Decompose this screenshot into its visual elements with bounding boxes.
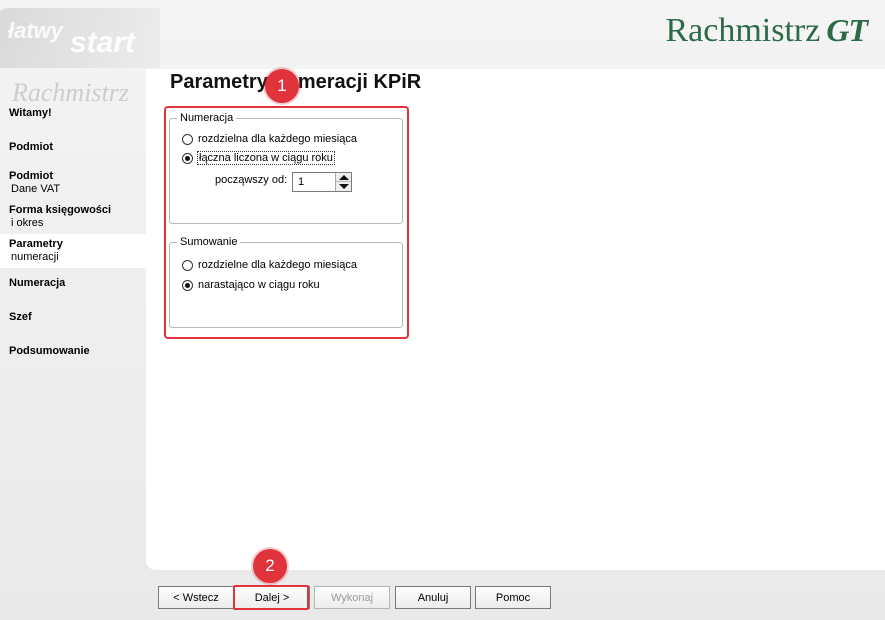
- sidebar-step-title: Podmiot: [9, 141, 53, 153]
- numbering-group-legend: Numeracja: [177, 112, 237, 124]
- summation-cumulative-label: narastająco w ciągu roku: [198, 279, 320, 291]
- watermark-logo: łatwy start Rachmistrz: [0, 0, 160, 110]
- back-button[interactable]: < Wstecz: [158, 586, 234, 609]
- cancel-button[interactable]: Anuluj: [395, 586, 471, 609]
- summation-monthly-radio[interactable]: [182, 259, 193, 271]
- sidebar-step-welcome[interactable]: Witamy!: [0, 98, 146, 132]
- summation-group-legend: Sumowanie: [177, 236, 241, 248]
- sidebar-step-title: Podsumowanie: [9, 345, 90, 357]
- numbering-option-monthly[interactable]: rozdzielna dla każdego miesiąca: [182, 133, 357, 145]
- summation-group: Sumowanie rozdzielne dla każdego miesiąc…: [169, 236, 403, 328]
- start-from-label: począwszy od:: [215, 174, 288, 186]
- arrow-up-icon: [338, 174, 349, 180]
- stepper-buttons: [335, 173, 351, 191]
- numbering-yearly-label: łączna liczona w ciągu roku: [197, 151, 335, 165]
- sidebar-step-subtitle: i okres: [11, 217, 44, 229]
- sidebar-step-title: Numeracja: [9, 277, 66, 289]
- sidebar-step-subtitle: numeracji: [11, 251, 59, 263]
- sidebar-step-numbering[interactable]: Numeracja: [0, 268, 146, 302]
- stepper-up-button[interactable]: [336, 173, 351, 182]
- execute-button[interactable]: Wykonaj: [314, 586, 390, 609]
- sidebar-step-summary[interactable]: Podsumowanie: [0, 336, 146, 370]
- start-from-value[interactable]: 1: [298, 176, 304, 188]
- summation-option-monthly[interactable]: rozdzielne dla każdego miesiąca: [182, 259, 357, 271]
- start-from-stepper[interactable]: 1: [292, 172, 352, 192]
- sidebar-step-subtitle: Dane VAT: [11, 183, 61, 195]
- numbering-option-yearly[interactable]: łączna liczona w ciągu roku: [182, 151, 335, 165]
- logo-brand-text: Rachmistrz: [665, 12, 821, 49]
- highlight-box-next: [233, 585, 309, 610]
- summation-option-cumulative[interactable]: narastająco w ciągu roku: [182, 279, 320, 291]
- numbering-yearly-radio[interactable]: [182, 152, 193, 164]
- sidebar-step-accounting-form[interactable]: Forma księgowości i okres: [0, 200, 146, 234]
- numbering-group: Numeracja rozdzielna dla każdego miesiąc…: [169, 112, 403, 224]
- watermark-text-start: start: [70, 26, 136, 59]
- watermark-text-easy: łatwy: [8, 18, 64, 43]
- numbering-monthly-label: rozdzielna dla każdego miesiąca: [198, 133, 357, 145]
- annotation-badge-2: 2: [253, 549, 287, 583]
- sidebar-step-title: Parametry: [9, 238, 63, 250]
- numbering-monthly-radio[interactable]: [182, 133, 193, 145]
- stepper-down-button[interactable]: [336, 182, 351, 191]
- sidebar-step-boss[interactable]: Szef: [0, 302, 146, 336]
- sidebar-step-title: Forma księgowości: [9, 204, 112, 216]
- sidebar-step-title: Podmiot: [9, 170, 53, 182]
- annotation-badge-1: 1: [265, 69, 299, 103]
- summation-monthly-label: rozdzielne dla każdego miesiąca: [198, 259, 357, 271]
- logo-suffix-text: GT: [826, 12, 868, 48]
- app-logo: Rachmistrz GT: [666, 12, 868, 52]
- wizard-steps-sidebar: Witamy! Podmiot Podmiot Dane VAT Forma k…: [0, 98, 146, 370]
- arrow-down-icon: [338, 184, 349, 189]
- sidebar-step-entity-vat[interactable]: Podmiot Dane VAT: [0, 166, 146, 200]
- sidebar-step-title: Szef: [9, 311, 32, 323]
- content-panel: Parametry numeracji KPiR Numeracja rozdz…: [146, 69, 885, 570]
- sidebar-step-entity[interactable]: Podmiot: [0, 132, 146, 166]
- sidebar-step-title: Witamy!: [9, 107, 52, 119]
- summation-cumulative-radio[interactable]: [182, 279, 193, 291]
- sidebar-step-numbering-params[interactable]: Parametry numeracji: [0, 234, 146, 268]
- help-button[interactable]: Pomoc: [475, 586, 551, 609]
